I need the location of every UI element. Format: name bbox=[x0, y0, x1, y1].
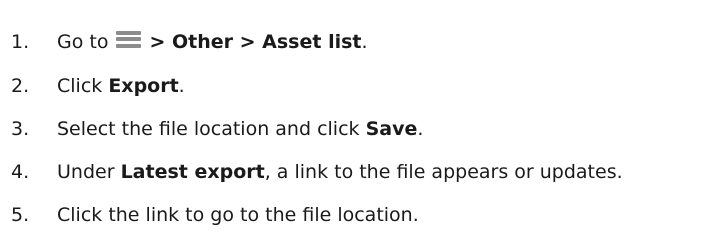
step-text: Click the link to go to the file locatio… bbox=[57, 204, 419, 226]
step-number: 2. bbox=[11, 75, 30, 97]
step-text-post: . bbox=[417, 118, 424, 140]
hamburger-menu-icon bbox=[116, 30, 142, 48]
menu-path: > Other > Asset list bbox=[149, 31, 362, 53]
step-2: 2. Click Export . bbox=[0, 69, 185, 103]
instruction-steps: 1. Go to > Other > Asset list . 2. Click… bbox=[0, 0, 717, 240]
step-5: 5. Click the link to go to the file loca… bbox=[0, 198, 419, 232]
step-text-pre: Select the file location and click bbox=[57, 118, 366, 140]
step-text: Under Latest export , a link to the file… bbox=[57, 161, 623, 183]
step-number: 4. bbox=[11, 161, 30, 183]
step-text-pre: Under bbox=[57, 161, 121, 183]
step-text: Click Export . bbox=[57, 75, 185, 97]
step-number: 1. bbox=[11, 31, 30, 53]
step-text: Select the file location and click Save … bbox=[57, 118, 423, 140]
go-to-text: Go to bbox=[57, 31, 109, 53]
save-label: Save bbox=[365, 118, 418, 140]
step-number: 5. bbox=[11, 204, 30, 226]
step-3: 3. Select the file location and click Sa… bbox=[0, 112, 423, 146]
step-text-post: . bbox=[178, 75, 185, 97]
step-text-post: , a link to the file appears or updates. bbox=[264, 161, 623, 183]
step-number: 3. bbox=[11, 118, 30, 140]
step-1: 1. Go to > Other > Asset list . bbox=[0, 25, 368, 59]
step-end: . bbox=[361, 31, 368, 53]
step-text: Go to > Other > Asset list . bbox=[57, 30, 368, 54]
step-text-pre: Click bbox=[57, 75, 109, 97]
step-4: 4. Under Latest export , a link to the f… bbox=[0, 155, 623, 189]
export-label: Export bbox=[108, 75, 179, 97]
latest-export-label: Latest export bbox=[120, 161, 265, 183]
